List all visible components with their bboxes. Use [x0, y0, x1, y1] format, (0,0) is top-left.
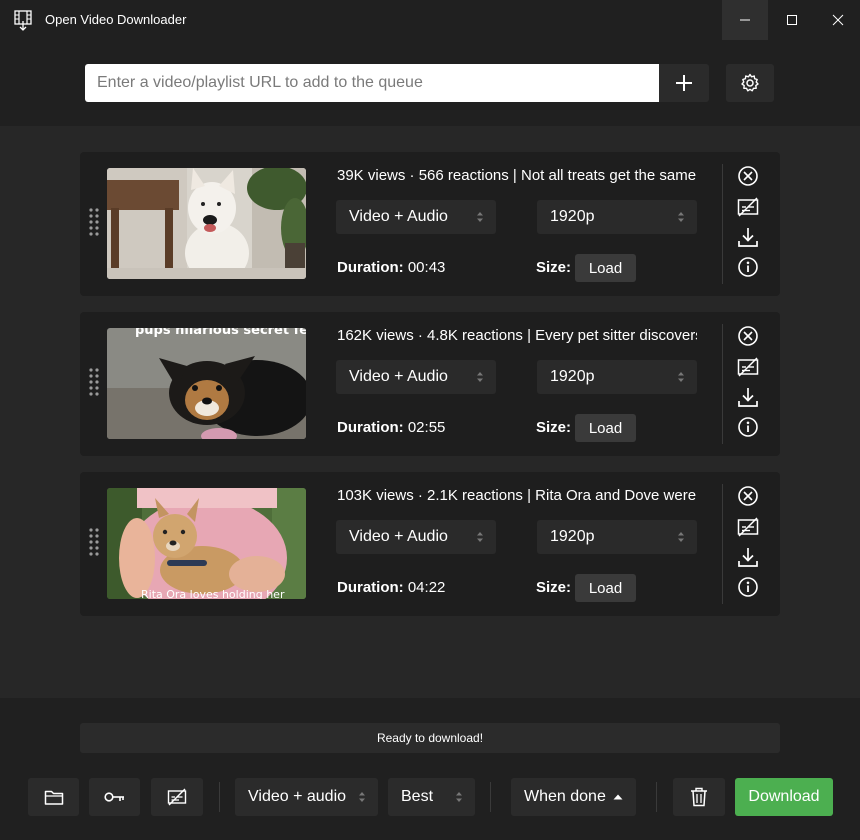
- close-circle-icon: [738, 326, 758, 346]
- status-bar: Ready to download!: [80, 723, 780, 753]
- subtitles-toggle-button[interactable]: [151, 778, 203, 816]
- thumbnail-caption: pups hilarious secret fears: [135, 328, 306, 338]
- remove-item-button[interactable]: [737, 325, 759, 347]
- info-icon: [738, 417, 758, 437]
- subtitles-off-icon: [737, 517, 759, 537]
- info-icon: [738, 257, 758, 277]
- gear-icon: [741, 73, 759, 92]
- authentication-button[interactable]: [89, 778, 140, 816]
- duration: Duration: 00:43: [337, 259, 446, 276]
- queue-item: Rita Ora loves holding her 103K views · …: [80, 472, 780, 616]
- thumbnail-caption: Rita Ora loves holding her: [141, 588, 285, 599]
- minimize-button[interactable]: [722, 0, 768, 40]
- info-button[interactable]: [737, 416, 759, 438]
- remove-item-button[interactable]: [737, 485, 759, 507]
- subtitles-button[interactable]: [737, 516, 759, 538]
- close-circle-icon: [738, 166, 758, 186]
- remove-item-button[interactable]: [737, 165, 759, 187]
- queue-item: pups hilarious secret fears 162K views ·…: [80, 312, 780, 456]
- close-icon: [832, 14, 844, 26]
- subtitles-off-icon: [167, 788, 187, 806]
- info-button[interactable]: [737, 256, 759, 278]
- select-arrows-icon: [456, 792, 462, 802]
- subtitles-off-icon: [737, 357, 759, 377]
- drag-handle-icon[interactable]: [89, 208, 99, 236]
- footer: Ready to download! Video + audio Best Wh…: [0, 698, 860, 840]
- resolution-select[interactable]: 1920p: [537, 200, 697, 234]
- select-arrows-icon: [359, 792, 365, 802]
- subtitles-off-icon: [737, 197, 759, 217]
- subtitles-button[interactable]: [737, 196, 759, 218]
- close-window-button[interactable]: [815, 0, 860, 40]
- download-item-button[interactable]: [737, 546, 759, 568]
- size-label: Size:: [536, 419, 572, 436]
- divider: [490, 782, 491, 812]
- folder-icon: [44, 790, 63, 805]
- divider: [656, 782, 657, 812]
- trash-icon: [691, 787, 707, 807]
- select-arrows-icon: [477, 372, 483, 382]
- clear-queue-button[interactable]: [673, 778, 725, 816]
- key-icon: [103, 792, 124, 802]
- add-url-button[interactable]: [659, 64, 709, 102]
- info-button[interactable]: [737, 576, 759, 598]
- resolution-select[interactable]: 1920p: [537, 360, 697, 394]
- queue-item: 39K views · 566 reactions | Not all trea…: [80, 152, 780, 296]
- divider: [722, 164, 723, 284]
- maximize-icon: [787, 15, 797, 25]
- size-label: Size:: [536, 259, 572, 276]
- title-bar: Open Video Downloader: [0, 0, 860, 40]
- minimize-icon: [740, 19, 750, 21]
- format-select[interactable]: Video + Audio: [336, 360, 496, 394]
- maximize-button[interactable]: [769, 0, 815, 40]
- format-select[interactable]: Video + Audio: [336, 520, 496, 554]
- plus-icon: [676, 75, 692, 91]
- download-all-button[interactable]: Download: [735, 778, 833, 816]
- video-title: 39K views · 566 reactions | Not all trea…: [337, 167, 697, 184]
- download-icon: [738, 228, 758, 247]
- format-select[interactable]: Video + Audio: [336, 200, 496, 234]
- select-arrows-icon: [678, 532, 684, 542]
- load-size-button[interactable]: Load: [575, 414, 636, 442]
- video-thumbnail: pups hilarious secret fears: [107, 328, 306, 439]
- video-thumbnail: [107, 168, 306, 279]
- open-folder-button[interactable]: [28, 778, 79, 816]
- download-icon: [738, 548, 758, 567]
- select-arrows-icon: [678, 372, 684, 382]
- caret-up-icon: [613, 794, 623, 800]
- divider: [219, 782, 220, 812]
- subtitles-button[interactable]: [737, 356, 759, 378]
- download-icon: [738, 388, 758, 407]
- select-arrows-icon: [678, 212, 684, 222]
- duration: Duration: 04:22: [337, 579, 446, 596]
- download-item-button[interactable]: [737, 226, 759, 248]
- download-queue: 39K views · 566 reactions | Not all trea…: [0, 126, 860, 698]
- resolution-select[interactable]: 1920p: [537, 520, 697, 554]
- download-item-button[interactable]: [737, 386, 759, 408]
- video-title: 162K views · 4.8K reactions | Every pet …: [337, 327, 697, 344]
- size-label: Size:: [536, 579, 572, 596]
- close-circle-icon: [738, 486, 758, 506]
- video-title: 103K views · 2.1K reactions | Rita Ora a…: [337, 487, 697, 504]
- window-title: Open Video Downloader: [45, 12, 187, 27]
- drag-handle-icon[interactable]: [89, 528, 99, 556]
- film-download-icon: [14, 10, 32, 31]
- when-done-select[interactable]: When done: [511, 778, 636, 816]
- load-size-button[interactable]: Load: [575, 574, 636, 602]
- url-input[interactable]: [85, 64, 659, 102]
- global-format-select[interactable]: Video + audio: [235, 778, 378, 816]
- drag-handle-icon[interactable]: [89, 368, 99, 396]
- global-quality-select[interactable]: Best: [388, 778, 475, 816]
- load-size-button[interactable]: Load: [575, 254, 636, 282]
- settings-button[interactable]: [726, 64, 774, 102]
- divider: [722, 324, 723, 444]
- divider: [722, 484, 723, 604]
- video-thumbnail: Rita Ora loves holding her: [107, 488, 306, 599]
- info-icon: [738, 577, 758, 597]
- select-arrows-icon: [477, 532, 483, 542]
- select-arrows-icon: [477, 212, 483, 222]
- duration: Duration: 02:55: [337, 419, 446, 436]
- url-header: [0, 40, 860, 126]
